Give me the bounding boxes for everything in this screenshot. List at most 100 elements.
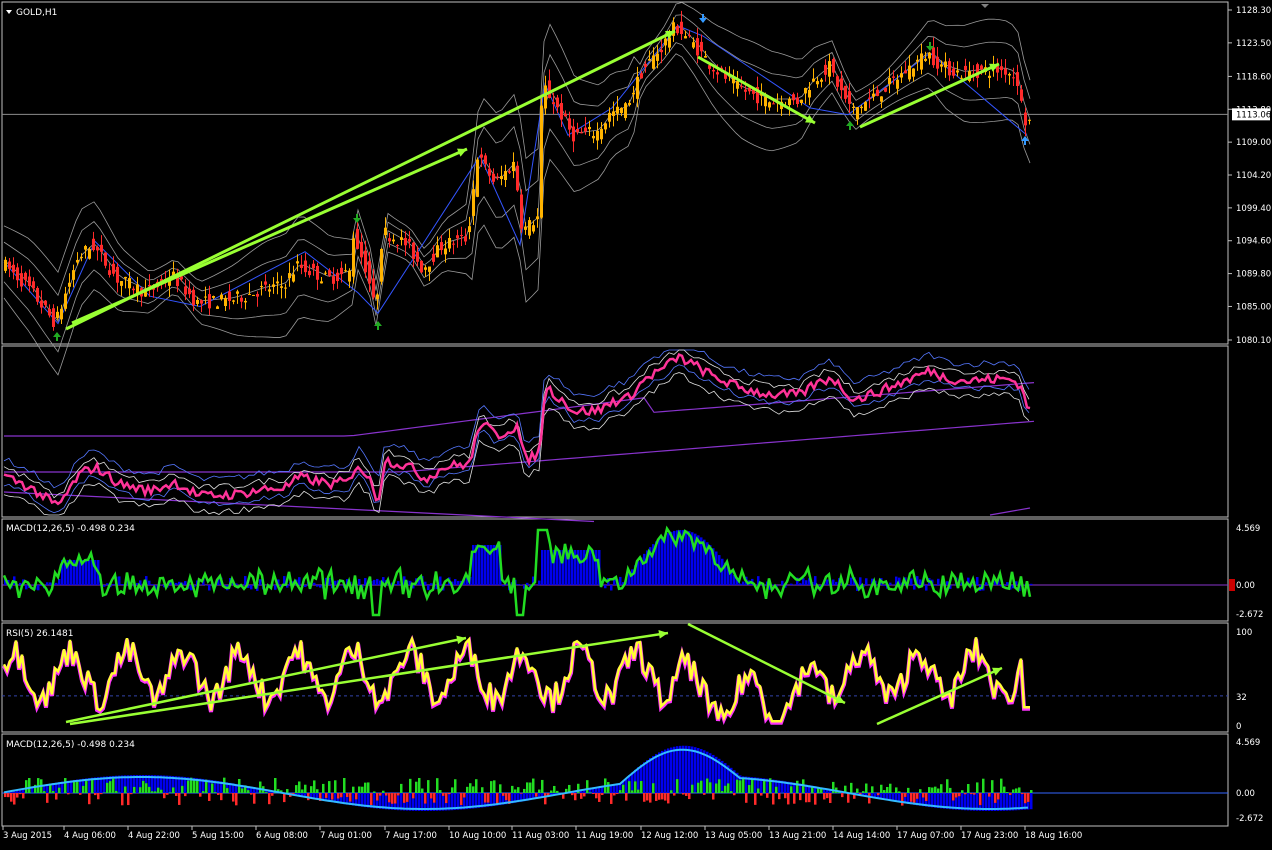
candle[interactable] bbox=[304, 260, 307, 273]
candle[interactable] bbox=[16, 267, 19, 281]
candle[interactable] bbox=[76, 259, 79, 263]
candle[interactable] bbox=[892, 76, 895, 78]
candle[interactable] bbox=[24, 272, 27, 280]
candle[interactable] bbox=[244, 300, 247, 303]
candle[interactable] bbox=[100, 244, 103, 252]
candle[interactable] bbox=[876, 89, 879, 96]
candle[interactable] bbox=[56, 311, 59, 318]
candle[interactable] bbox=[692, 42, 695, 48]
candle[interactable] bbox=[960, 77, 963, 79]
candle[interactable] bbox=[948, 61, 951, 76]
candle[interactable] bbox=[596, 130, 599, 141]
candle[interactable] bbox=[8, 261, 11, 269]
candle[interactable] bbox=[920, 53, 923, 70]
candle[interactable] bbox=[128, 278, 131, 289]
candle[interactable] bbox=[356, 228, 359, 249]
candle[interactable] bbox=[480, 154, 483, 158]
candle[interactable] bbox=[116, 266, 119, 283]
candle[interactable] bbox=[336, 272, 339, 282]
candle[interactable] bbox=[504, 171, 507, 181]
candle[interactable] bbox=[980, 65, 983, 70]
candle[interactable] bbox=[120, 281, 123, 286]
candle[interactable] bbox=[320, 281, 323, 284]
candle[interactable] bbox=[28, 276, 31, 287]
candle[interactable] bbox=[964, 65, 967, 71]
candle[interactable] bbox=[664, 38, 667, 46]
candle[interactable] bbox=[536, 216, 539, 220]
candle[interactable] bbox=[224, 297, 227, 306]
candle[interactable] bbox=[84, 246, 87, 250]
candle[interactable] bbox=[952, 68, 955, 76]
candle[interactable] bbox=[836, 76, 839, 87]
candle[interactable] bbox=[772, 103, 775, 105]
chart-canvas[interactable]: GOLD,H1 MACD(12,26,5) -0.498 0.234 RSI(5… bbox=[0, 0, 1272, 850]
candle[interactable] bbox=[768, 102, 771, 108]
candle[interactable] bbox=[608, 112, 611, 122]
candle[interactable] bbox=[548, 80, 551, 98]
candle[interactable] bbox=[88, 248, 91, 259]
candle[interactable] bbox=[40, 300, 43, 308]
bands-indicator-pane[interactable] bbox=[3, 349, 1035, 523]
candle[interactable] bbox=[532, 225, 535, 232]
candle[interactable] bbox=[868, 97, 871, 99]
candle[interactable] bbox=[388, 238, 391, 242]
candle[interactable] bbox=[400, 237, 403, 240]
candle[interactable] bbox=[740, 86, 743, 88]
candle[interactable] bbox=[604, 123, 607, 130]
candle[interactable] bbox=[636, 76, 639, 99]
trend-arrow-up-right[interactable] bbox=[859, 62, 1000, 129]
candle[interactable] bbox=[884, 87, 887, 92]
candle[interactable] bbox=[392, 239, 395, 242]
candle[interactable] bbox=[316, 265, 319, 280]
candle[interactable] bbox=[340, 267, 343, 275]
candle[interactable] bbox=[68, 282, 71, 287]
price-chart[interactable] bbox=[2, 2, 1228, 376]
candle[interactable] bbox=[296, 261, 299, 264]
candle[interactable] bbox=[560, 102, 563, 120]
candle[interactable] bbox=[592, 135, 595, 139]
macd-lower-pane[interactable] bbox=[2, 745, 1228, 811]
candle[interactable] bbox=[688, 35, 691, 37]
candle[interactable] bbox=[668, 37, 671, 48]
candle[interactable] bbox=[852, 106, 855, 108]
candle[interactable] bbox=[112, 263, 115, 274]
candle[interactable] bbox=[256, 293, 259, 297]
candle[interactable] bbox=[192, 289, 195, 306]
candle[interactable] bbox=[380, 248, 383, 282]
candle[interactable] bbox=[404, 237, 407, 246]
rsi-trend-arrow[interactable] bbox=[687, 622, 846, 705]
candle[interactable] bbox=[704, 56, 707, 58]
candle[interactable] bbox=[800, 99, 803, 104]
candle[interactable] bbox=[588, 126, 591, 130]
candle[interactable] bbox=[200, 300, 203, 304]
candle[interactable] bbox=[428, 266, 431, 272]
candle[interactable] bbox=[904, 70, 907, 74]
candle[interactable] bbox=[556, 97, 559, 108]
fractal-arrow-icon[interactable] bbox=[846, 121, 854, 130]
candle[interactable] bbox=[644, 63, 647, 67]
candle[interactable] bbox=[448, 238, 451, 249]
candle[interactable] bbox=[260, 286, 263, 288]
macd-green-line[interactable] bbox=[2, 525, 1032, 617]
candle[interactable] bbox=[312, 263, 315, 269]
candle[interactable] bbox=[932, 47, 935, 66]
candle[interactable] bbox=[676, 26, 679, 34]
candle[interactable] bbox=[456, 235, 459, 239]
candle[interactable] bbox=[184, 286, 187, 295]
candle[interactable] bbox=[1012, 77, 1015, 79]
candle[interactable] bbox=[912, 68, 915, 77]
candle[interactable] bbox=[372, 278, 375, 298]
candle[interactable] bbox=[420, 260, 423, 273]
candle[interactable] bbox=[640, 73, 643, 79]
candle[interactable] bbox=[736, 81, 739, 89]
candle[interactable] bbox=[928, 52, 931, 59]
candle[interactable] bbox=[944, 61, 947, 68]
candle[interactable] bbox=[232, 300, 235, 302]
candle[interactable] bbox=[328, 270, 331, 276]
candle[interactable] bbox=[284, 287, 287, 289]
candle[interactable] bbox=[584, 127, 587, 132]
candle[interactable] bbox=[844, 85, 847, 99]
candle[interactable] bbox=[824, 64, 827, 75]
candle[interactable] bbox=[44, 300, 47, 305]
candle[interactable] bbox=[288, 273, 291, 279]
